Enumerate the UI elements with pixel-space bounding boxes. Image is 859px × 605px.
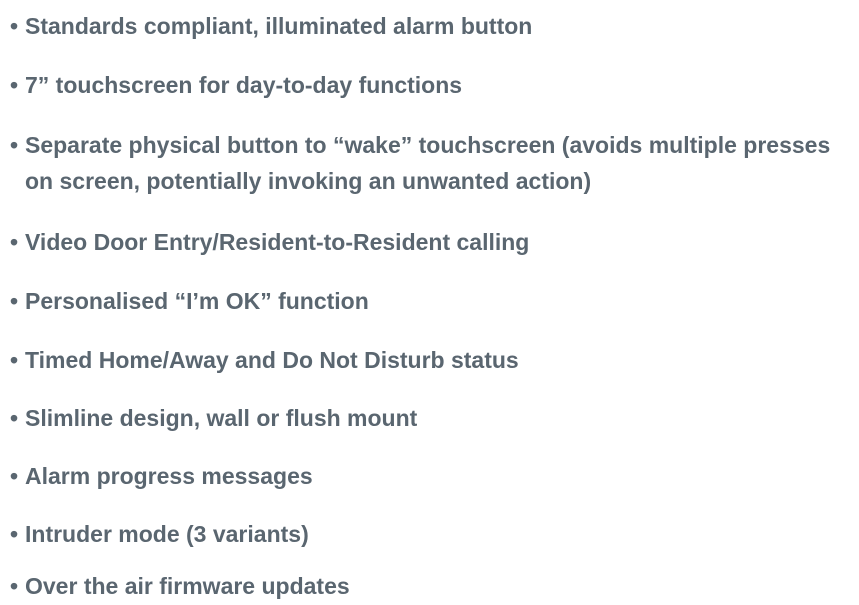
feature-text: Alarm progress messages <box>25 463 313 489</box>
feature-item: • 7” touchscreen for day-to-day function… <box>10 67 855 103</box>
feature-text: Personalised “I’m OK” function <box>25 288 369 314</box>
feature-text: Separate physical button to “wake” touch… <box>25 132 831 194</box>
feature-item: • Intruder mode (3 variants) <box>10 516 855 552</box>
feature-text: Intruder mode (3 variants) <box>25 521 309 547</box>
feature-text: Standards compliant, illuminated alarm b… <box>25 13 533 39</box>
feature-text: Slimline design, wall or flush mount <box>25 405 418 431</box>
feature-item: • Separate physical button to “wake” tou… <box>10 127 855 199</box>
bullet-icon: • <box>10 229 19 255</box>
feature-item: • Personalised “I’m OK” function <box>10 283 855 319</box>
feature-text: Over the air firmware updates <box>25 573 350 599</box>
feature-item: • Standards compliant, illuminated alarm… <box>10 8 855 44</box>
feature-text: Timed Home/Away and Do Not Disturb statu… <box>25 347 519 373</box>
bullet-icon: • <box>10 463 19 489</box>
feature-text: 7” touchscreen for day-to-day functions <box>25 72 463 98</box>
bullet-icon: • <box>10 521 19 547</box>
feature-item: • Over the air firmware updates <box>10 568 855 604</box>
bullet-icon: • <box>10 13 19 39</box>
feature-item: • Video Door Entry/Resident-to-Resident … <box>10 224 855 260</box>
bullet-icon: • <box>10 573 19 599</box>
feature-text: Video Door Entry/Resident-to-Resident ca… <box>25 229 530 255</box>
bullet-icon: • <box>10 347 19 373</box>
feature-item: • Timed Home/Away and Do Not Disturb sta… <box>10 342 855 378</box>
bullet-icon: • <box>10 405 19 431</box>
bullet-icon: • <box>10 72 19 98</box>
bullet-icon: • <box>10 132 19 158</box>
feature-item: • Alarm progress messages <box>10 458 855 494</box>
feature-item: • Slimline design, wall or flush mount <box>10 400 855 436</box>
bullet-icon: • <box>10 288 19 314</box>
